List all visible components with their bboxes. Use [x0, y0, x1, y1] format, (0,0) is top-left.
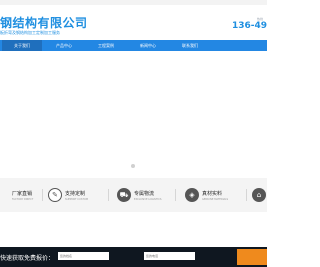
- edit-icon: ✎: [48, 188, 62, 202]
- quote-label: 快速获取免费报价：: [0, 255, 55, 262]
- feature-subtitle: FACTORY DIRECT: [12, 197, 34, 201]
- nav-item-about[interactable]: 关于我们: [2, 40, 42, 51]
- feature-factory: 厂家直销 FACTORY DIRECT: [12, 185, 33, 205]
- divider: [108, 189, 109, 201]
- feature-title: 真材实料: [202, 190, 223, 197]
- features-strip: 厂家直销 FACTORY DIRECT ✎ 支持定制 SUPPORT CUSTO…: [0, 178, 267, 212]
- company-name: 钢结构有限公司: [0, 16, 88, 30]
- name-input[interactable]: [58, 252, 109, 260]
- feature-subtitle: EXCLUSIVE LOGISTICS: [134, 197, 162, 201]
- divider: [175, 189, 176, 201]
- company-tagline: 板折弯及钢结构加工定制加工服务: [0, 30, 60, 35]
- layers-icon: ◈: [185, 188, 199, 202]
- feature-logistics: ⛟ 专属物流 EXCLUSIVE LOGISTICS: [117, 185, 162, 205]
- hotline-number[interactable]: 136-49: [232, 21, 267, 31]
- feature-materials: ◈ 真材实料 GENUINE MATERIALS: [185, 185, 228, 205]
- nav-item-products[interactable]: 产品中心: [44, 40, 84, 51]
- main-nav: 关于我们 产品中心 工程案例 新闻中心 联系我们: [0, 40, 267, 51]
- nav-item-news[interactable]: 新闻中心: [128, 40, 168, 51]
- feature-title: 支持定制: [65, 190, 86, 197]
- submit-quote-button[interactable]: [237, 249, 267, 265]
- feature-subtitle: SUPPORT CUSTOM: [65, 197, 89, 201]
- factory-icon: ⌂: [252, 188, 266, 202]
- feature-custom: ✎ 支持定制 SUPPORT CUSTOM: [48, 185, 88, 205]
- feature-subtitle: GENUINE MATERIALS: [202, 197, 229, 201]
- feature-title: 厂家直销: [12, 190, 33, 197]
- feature-title: 专属物流: [134, 190, 155, 197]
- hero-banner: [0, 51, 267, 176]
- nav-item-cases[interactable]: 工程案例: [86, 40, 126, 51]
- top-bar: [0, 0, 267, 5]
- divider: [42, 189, 43, 201]
- phone-input[interactable]: [144, 252, 195, 260]
- nav-item-contact[interactable]: 联系我们: [170, 40, 210, 51]
- truck-icon: ⛟: [117, 188, 131, 202]
- carousel-dot[interactable]: [131, 164, 135, 168]
- divider: [246, 189, 247, 201]
- quick-quote-bar: 快速获取免费报价：: [0, 247, 267, 267]
